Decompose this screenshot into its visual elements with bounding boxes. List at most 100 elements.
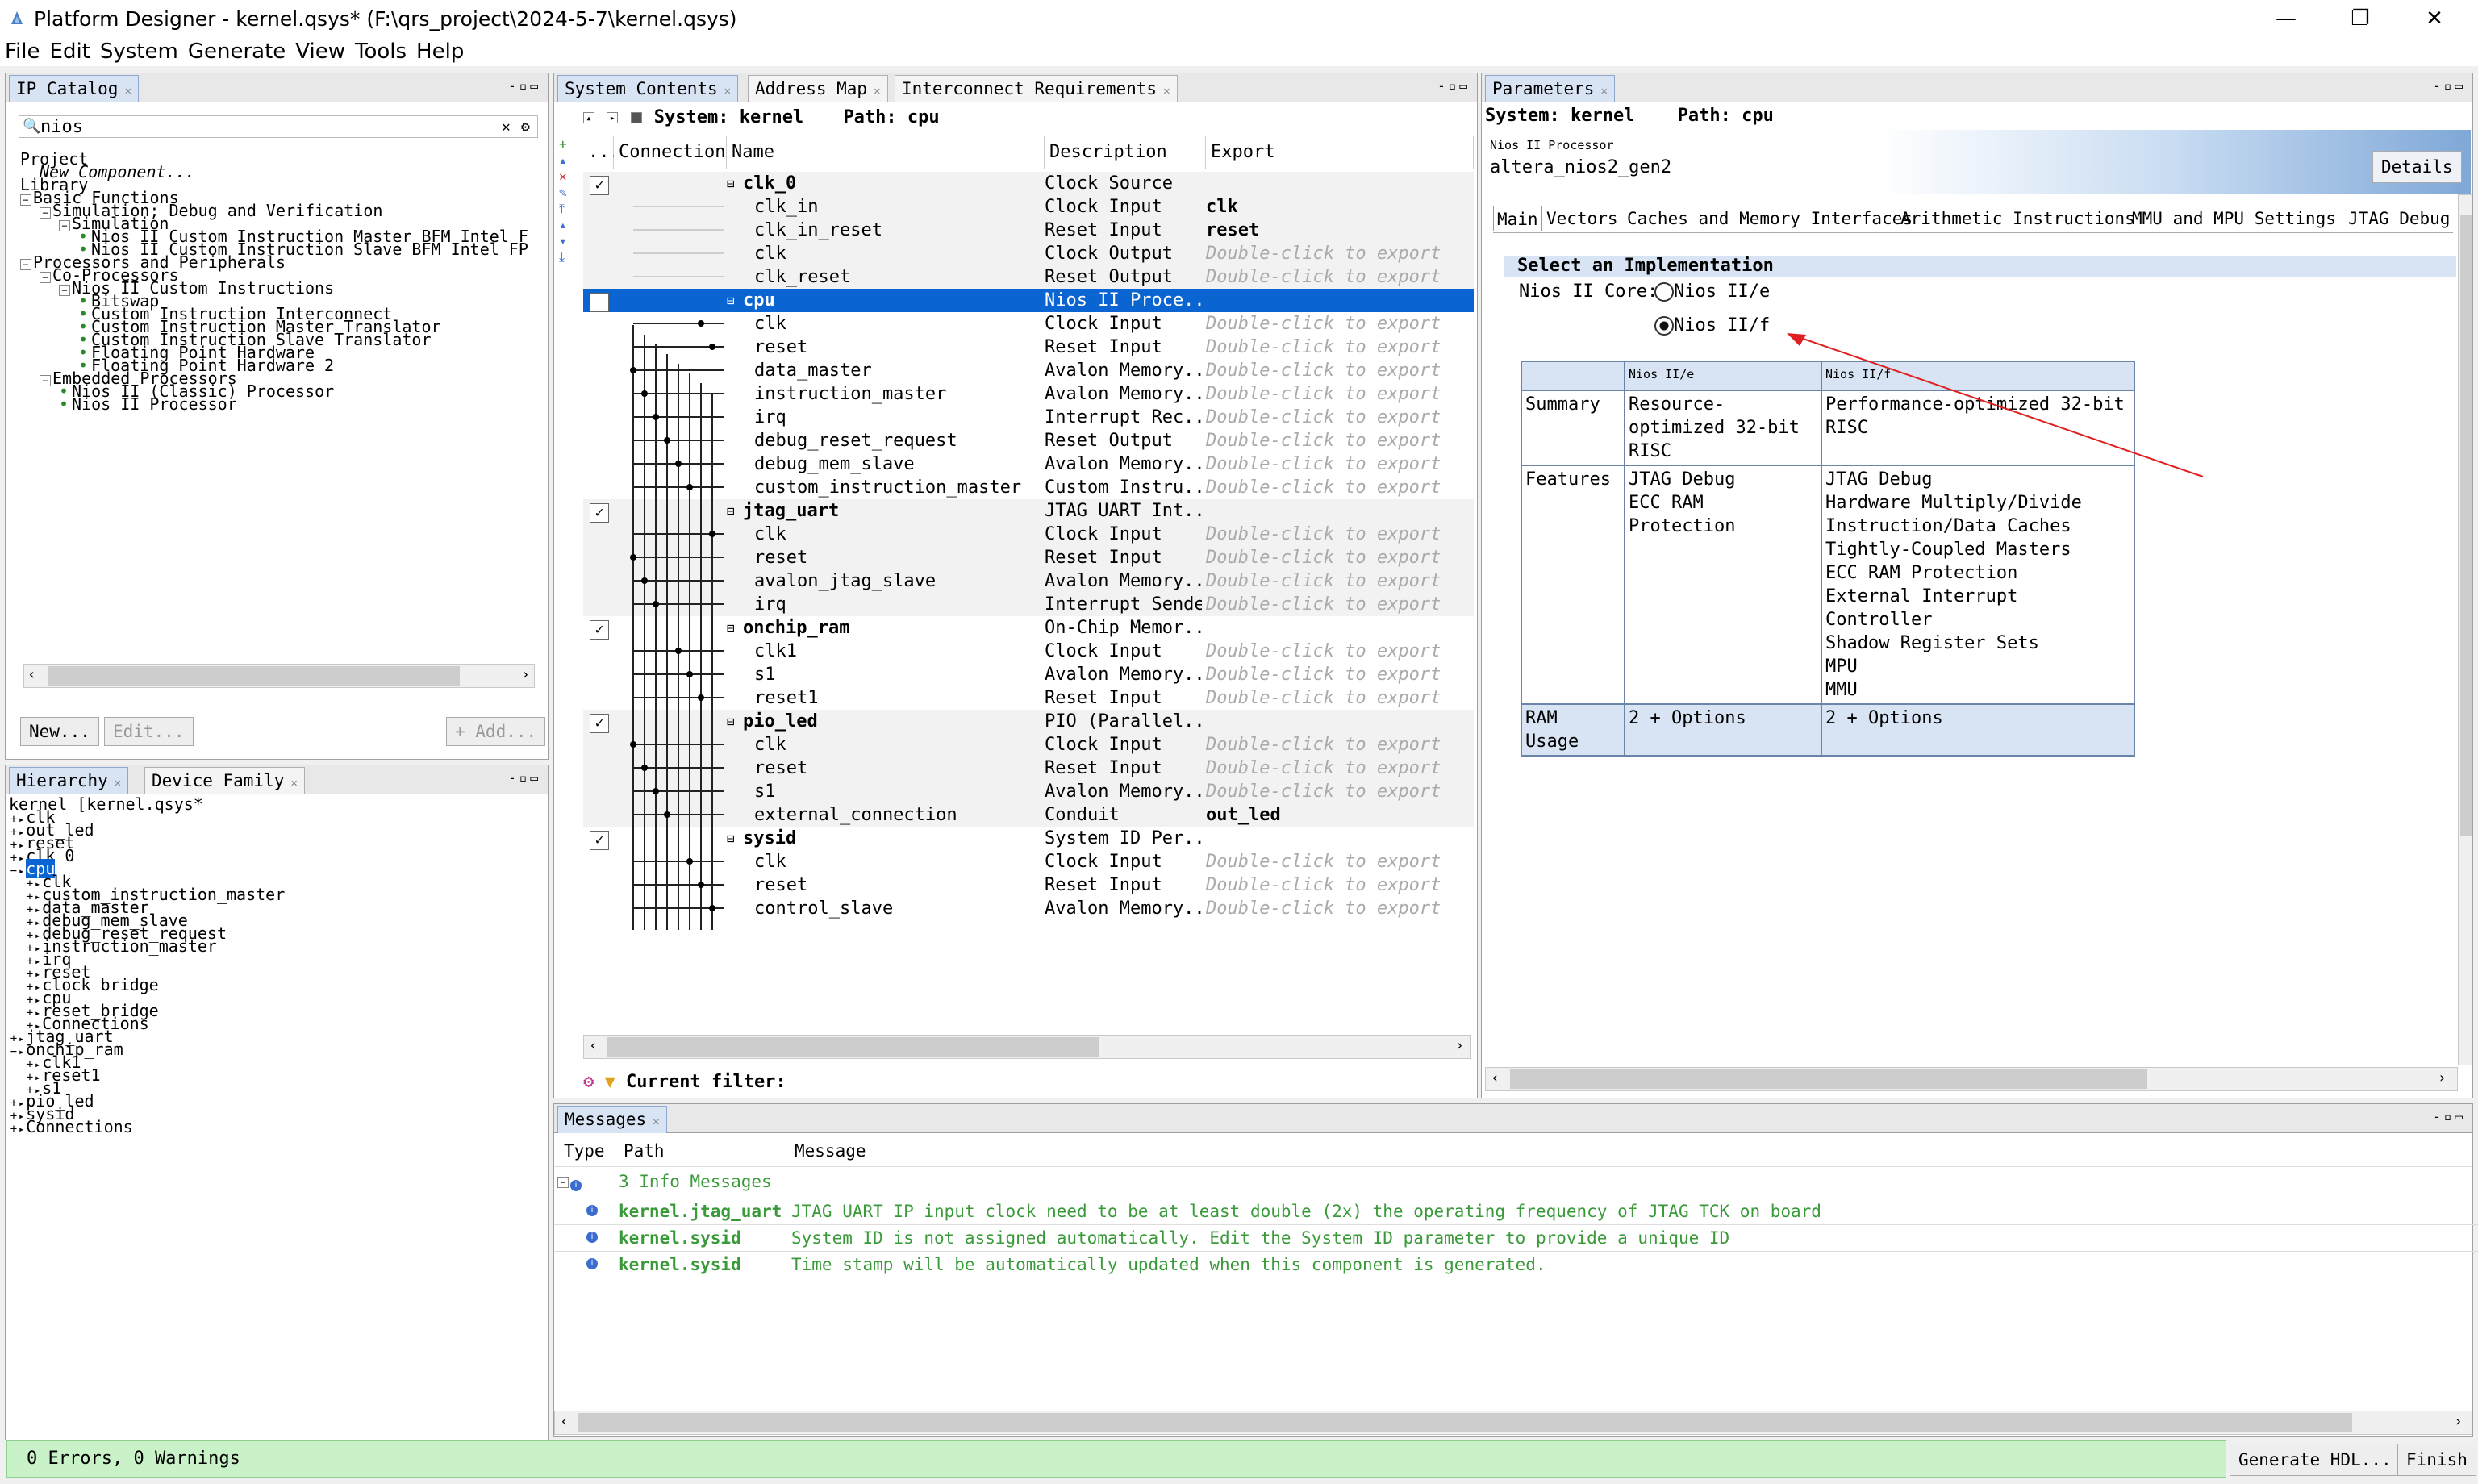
expand-toggle-icon[interactable]: − (20, 259, 31, 270)
details-button[interactable]: Details (2372, 151, 2462, 183)
enable-checkbox[interactable]: ✓ (590, 620, 609, 640)
col-header-name[interactable]: Name (727, 136, 1045, 169)
row-export[interactable]: Double-click to export (1206, 242, 1441, 265)
edit-component-button[interactable]: Edit... (104, 717, 194, 746)
row-export[interactable]: Double-click to export (1206, 523, 1441, 546)
connection-dot[interactable] (709, 344, 715, 350)
funnel-icon[interactable]: ▼ (605, 1072, 615, 1092)
edit-icon[interactable]: ✎ (559, 185, 575, 201)
connection-dot[interactable] (698, 694, 704, 701)
close-button[interactable]: ✕ (2397, 0, 2472, 37)
row-export[interactable]: Double-click to export (1206, 873, 1441, 897)
connection-dot[interactable] (664, 811, 670, 818)
stop-icon[interactable] (630, 112, 642, 123)
tab-address-map[interactable]: Address Map ✕ (748, 75, 888, 102)
row-export[interactable]: Double-click to export (1206, 312, 1441, 336)
connection-dot[interactable] (686, 858, 693, 865)
row-export[interactable]: reset (1206, 219, 1259, 242)
ip-catalog-hscrollbar[interactable]: ‹ › (23, 664, 535, 688)
scroll-thumb[interactable] (578, 1413, 2352, 1432)
connection-dot[interactable] (630, 367, 636, 373)
row-export[interactable]: Double-click to export (1206, 476, 1441, 499)
tab-device-family[interactable]: Device Family ✕ (144, 767, 305, 794)
col-header-export[interactable]: Export (1206, 136, 1474, 169)
move-top-icon[interactable]: ⤒ (559, 201, 575, 217)
connection-dot[interactable] (653, 788, 659, 794)
connection-dot[interactable] (653, 601, 659, 607)
scroll-left-icon[interactable]: ‹ (589, 1037, 598, 1054)
row-export[interactable]: Double-click to export (1206, 359, 1441, 382)
add-component-button[interactable]: + Add... (446, 717, 546, 746)
finish-button[interactable]: Finish (2397, 1444, 2476, 1476)
param-vscrollbar[interactable] (2458, 194, 2472, 1065)
enable-checkbox[interactable]: ✓ (590, 176, 609, 195)
ip-search-input[interactable]: nios (40, 116, 83, 139)
connection-dot[interactable] (630, 741, 636, 748)
tab-messages[interactable]: Messages ✕ (557, 1106, 667, 1133)
remove-icon[interactable]: ✕ (559, 169, 575, 185)
row-export[interactable]: Double-click to export (1206, 733, 1441, 757)
message-row[interactable]: i kernel.jtag_uart JTAG UART IP input cloc… (554, 1198, 2478, 1223)
connection-dot[interactable] (709, 905, 715, 911)
contents-hscrollbar[interactable]: ‹ › (583, 1035, 1471, 1059)
tab-system-contents[interactable]: System Contents ✕ (557, 75, 739, 102)
connection-dot[interactable] (641, 765, 648, 771)
message-row[interactable]: i kernel.sysid Time stamp will be automati… (554, 1251, 2478, 1277)
col-header-description[interactable]: Description (1045, 136, 1206, 169)
connection-dot[interactable] (698, 882, 704, 888)
message-group-row[interactable]: − i 3 Info Messages (554, 1169, 2478, 1194)
menu-view[interactable]: View (295, 40, 345, 64)
subtab-caches[interactable]: Caches and Memory Interfaces (1624, 206, 1916, 231)
radio-nios-f[interactable]: Nios II/f (1654, 314, 1770, 338)
row-export[interactable]: Double-click to export (1206, 640, 1441, 663)
row-export[interactable]: Double-click to export (1206, 593, 1441, 616)
row-export[interactable]: Double-click to export (1206, 429, 1441, 452)
close-tab-icon[interactable]: ✕ (290, 777, 297, 790)
col-path[interactable]: Path (624, 1135, 665, 1167)
menu-system[interactable]: System (100, 40, 178, 64)
collapse-icon[interactable]: ⊟ (727, 289, 735, 312)
connection-dot[interactable] (675, 461, 682, 467)
menu-help[interactable]: Help (416, 40, 464, 64)
row-export[interactable]: Double-click to export (1206, 569, 1441, 593)
connection-dot[interactable] (664, 437, 670, 444)
close-tab-icon[interactable]: ✕ (115, 777, 121, 790)
hierarchy-tree-item[interactable]: + ▸ Connections (9, 1119, 285, 1135)
row-export[interactable]: Double-click to export (1206, 686, 1441, 710)
collapse-icon[interactable]: ⊟ (727, 499, 735, 523)
scroll-left-icon[interactable]: ‹ (560, 1413, 569, 1430)
panel-controls[interactable]: -▫▭ (1437, 78, 1471, 94)
connections-graph[interactable] (614, 172, 727, 946)
close-tab-icon[interactable]: ✕ (124, 85, 131, 98)
tab-parameters[interactable]: Parameters ✕ (1485, 75, 1615, 102)
move-down-icon[interactable]: ▾ (559, 233, 575, 249)
connection-dot[interactable] (630, 554, 636, 561)
close-tab-icon[interactable]: ✕ (1600, 85, 1607, 98)
connection-dot[interactable] (709, 531, 715, 537)
expand-toggle-icon[interactable]: − (40, 207, 51, 219)
connection-dot[interactable] (686, 484, 693, 490)
expand-toggle-icon[interactable]: − (40, 272, 51, 283)
row-export[interactable]: Double-click to export (1206, 663, 1441, 686)
subtab-arithmetic[interactable]: Arithmetic Instructions (1897, 206, 2138, 231)
clear-search-icon[interactable]: ✕ (502, 116, 511, 139)
collapse-icon[interactable]: ⊟ (727, 827, 735, 850)
generate-hdl-button[interactable]: Generate HDL... (2230, 1444, 2401, 1476)
ip-tree-item[interactable]: New Component... (20, 164, 528, 180)
subtab-mmu-mpu[interactable]: MMU and MPU Settings (2129, 206, 2339, 231)
panel-controls[interactable]: -▫▭ (508, 78, 541, 94)
move-up-icon[interactable]: ▴ (559, 152, 575, 169)
panel-controls[interactable]: -▫▭ (2433, 1109, 2466, 1124)
expand-toggle-icon[interactable]: − (40, 375, 51, 386)
scroll-right-icon[interactable]: › (521, 666, 530, 683)
scroll-thumb[interactable] (2460, 215, 2472, 836)
move-up-small-icon[interactable]: ▴ (559, 217, 575, 233)
collapse-icon[interactable]: ⊟ (727, 616, 735, 640)
enable-checkbox[interactable]: ✓ (590, 503, 609, 523)
expand-toggle-icon[interactable]: − (20, 194, 31, 206)
row-export[interactable]: Double-click to export (1206, 757, 1441, 780)
message-row[interactable]: i kernel.sysid System ID is not assigned a… (554, 1224, 2478, 1250)
minimize-button[interactable]: — (2249, 0, 2323, 37)
scroll-thumb[interactable] (1510, 1069, 2147, 1089)
scroll-right-icon[interactable]: › (2454, 1413, 2463, 1430)
